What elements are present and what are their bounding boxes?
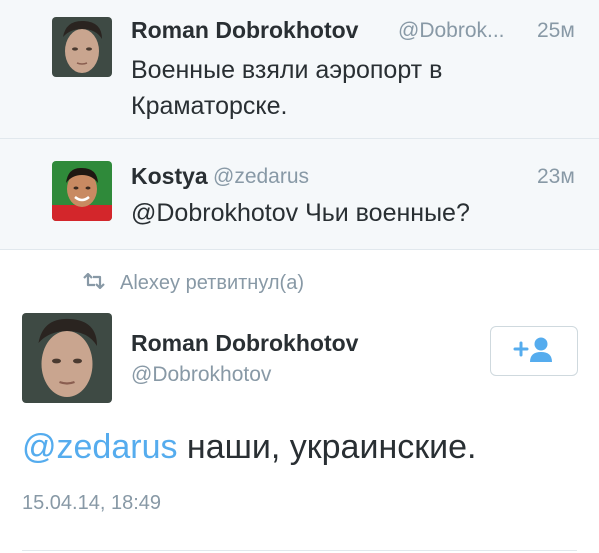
tweet-author-handle[interactable]: @zedarus: [213, 165, 309, 189]
focused-tweet-text: @zedarus наши, украинские.: [22, 428, 476, 467]
retweet-indicator: Alexey ретвитнул(а): [82, 268, 304, 298]
tweet-author-handle[interactable]: @Dobrok...: [398, 19, 505, 43]
tweet-timestamp: 15.04.14, 18:49: [22, 492, 162, 514]
avatar[interactable]: [22, 313, 112, 403]
tweet-text: Военные взяли аэропорт в Краматорске.: [131, 56, 443, 120]
tweet-author-name[interactable]: Kostya: [131, 163, 208, 190]
follow-user-icon: [513, 335, 555, 368]
focused-author-name[interactable]: Roman Dobrokhotov: [131, 330, 358, 357]
retweet-label[interactable]: Alexey ретвитнул(а): [120, 272, 304, 295]
tweet-time: 25м: [537, 19, 575, 42]
mention-link[interactable]: @zedarus: [22, 428, 177, 466]
tweet-row[interactable]: Kostya @zedarus 23м @Dobrokhotov Чьи вое…: [0, 139, 599, 250]
follow-button[interactable]: [490, 326, 578, 376]
retweet-icon: [82, 272, 106, 294]
avatar[interactable]: [52, 17, 112, 77]
divider: [22, 550, 577, 551]
focused-author-handle[interactable]: @Dobrokhotov: [131, 363, 271, 387]
tweet-row[interactable]: Roman Dobrokhotov @Dobrok... 25м Военные…: [0, 0, 599, 139]
avatar[interactable]: [52, 161, 112, 221]
tweet-author-name[interactable]: Roman Dobrokhotov: [131, 17, 358, 44]
tweet-text: @Dobrokhotov Чьи военные?: [131, 199, 470, 227]
tweet-thread-screen: Roman Dobrokhotov @Dobrok... 25м Военные…: [0, 0, 599, 553]
tweet-time: 23м: [537, 165, 575, 188]
tweet-body: наши, украинские.: [177, 428, 477, 466]
